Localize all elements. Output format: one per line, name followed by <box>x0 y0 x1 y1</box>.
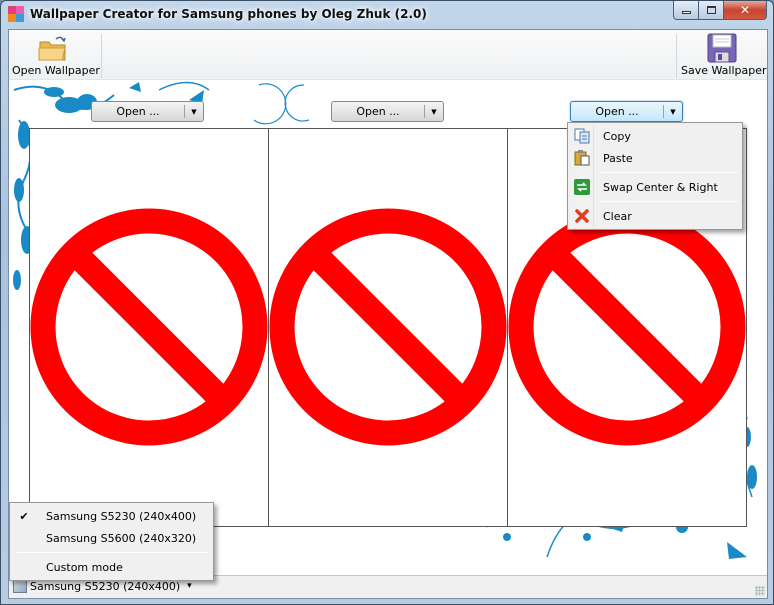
prohibition-sign-icon <box>30 208 268 446</box>
device-menu: ✔ Samsung S5230 (240x400) Samsung S5600 … <box>9 502 214 581</box>
save-wallpaper-label: Save Wallpaper <box>681 64 767 77</box>
menu-item-label: Swap Center & Right <box>603 180 718 194</box>
maximize-icon <box>706 6 716 14</box>
menu-item-clear[interactable]: Clear <box>570 205 740 227</box>
toolbar: Open Wallpaper Save Wallpaper <box>9 30 767 80</box>
menu-separator <box>600 201 738 202</box>
phone-icon <box>13 579 27 593</box>
menu-item-custom-mode[interactable]: Custom mode <box>12 556 211 578</box>
open-center-label[interactable]: Open ... <box>332 105 424 118</box>
open-left-label[interactable]: Open ... <box>92 105 184 118</box>
open-wallpaper-button[interactable]: Open Wallpaper <box>12 33 100 79</box>
panel-context-menu: Copy Paste Swap Center & Right Clear <box>567 122 743 230</box>
open-wallpaper-label: Open Wallpaper <box>12 64 100 77</box>
menu-item-paste[interactable]: Paste <box>570 147 740 169</box>
device-label[interactable]: Samsung S5230 (240x400) <box>30 580 180 593</box>
app-icon <box>8 6 24 22</box>
window-title: Wallpaper Creator for Samsung phones by … <box>30 7 427 21</box>
menu-separator <box>600 172 738 173</box>
save-wallpaper-button[interactable]: Save Wallpaper <box>681 33 767 79</box>
clear-icon <box>574 208 590 224</box>
floppy-disk-icon <box>707 33 737 63</box>
toolbar-separator <box>676 34 677 78</box>
chevron-down-icon[interactable]: ▼ <box>425 108 443 116</box>
menu-separator <box>16 552 209 553</box>
check-icon: ✔ <box>19 509 29 523</box>
maximize-button[interactable] <box>699 1 724 20</box>
open-right-button[interactable]: Open ... ▼ <box>570 101 683 122</box>
menu-item-swap-center-right[interactable]: Swap Center & Right <box>570 176 740 198</box>
panel-left[interactable] <box>30 129 269 526</box>
menu-item-label: Samsung S5230 (240x400) <box>46 509 197 523</box>
chevron-down-icon[interactable]: ▼ <box>185 108 203 116</box>
menu-item-samsung-s5600[interactable]: Samsung S5600 (240x320) <box>12 527 211 549</box>
title-bar[interactable]: Wallpaper Creator for Samsung phones by … <box>1 1 773 29</box>
prohibition-sign-icon <box>508 208 746 446</box>
minimize-icon <box>681 11 691 14</box>
device-selector[interactable]: Samsung S5230 (240x400) ▾ <box>13 579 192 593</box>
prohibition-sign-icon <box>269 208 507 446</box>
menu-item-copy[interactable]: Copy <box>570 125 740 147</box>
chevron-down-icon[interactable]: ▾ <box>187 581 192 591</box>
swap-icon <box>574 179 590 195</box>
menu-item-label: Samsung S5600 (240x320) <box>46 531 197 545</box>
menu-item-label: Paste <box>603 151 633 165</box>
menu-item-samsung-s5230[interactable]: ✔ Samsung S5230 (240x400) <box>12 505 211 527</box>
close-icon: ✕ <box>739 3 751 17</box>
close-button[interactable]: ✕ <box>724 1 767 20</box>
open-center-button[interactable]: Open ... ▼ <box>331 101 444 122</box>
menu-item-label: Clear <box>603 209 632 223</box>
chevron-down-icon[interactable]: ▼ <box>664 108 682 116</box>
resize-grip[interactable] <box>755 586 765 596</box>
panel-center[interactable] <box>269 129 508 526</box>
minimize-button[interactable] <box>673 1 699 20</box>
toolbar-separator <box>101 34 102 78</box>
open-left-button[interactable]: Open ... ▼ <box>91 101 204 122</box>
menu-item-label: Copy <box>603 129 631 143</box>
open-right-label[interactable]: Open ... <box>571 105 663 118</box>
menu-item-label: Custom mode <box>46 560 123 574</box>
folder-open-icon <box>38 36 66 61</box>
copy-icon <box>574 128 590 144</box>
paste-icon <box>574 150 590 166</box>
